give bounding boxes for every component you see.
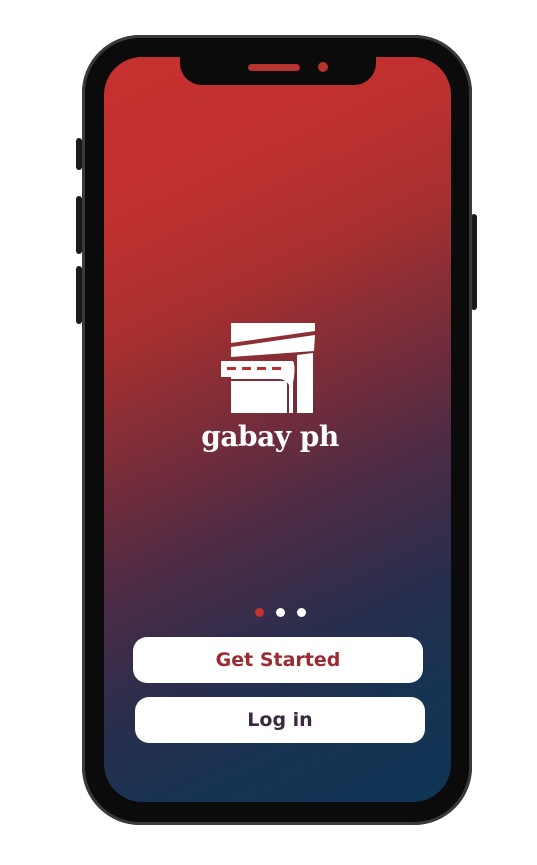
page-dot-1[interactable] (255, 608, 264, 617)
get-started-button[interactable]: Get Started (133, 637, 423, 683)
page-dot-3[interactable] (297, 608, 306, 617)
page-indicator (250, 608, 310, 618)
road-building-logo-icon (221, 323, 315, 413)
speaker-grille (248, 64, 300, 71)
page-dot-2[interactable] (276, 608, 285, 617)
brand-name: gabay ph (201, 420, 339, 453)
login-button[interactable]: Log in (135, 697, 425, 743)
phone-notch (180, 55, 376, 85)
front-camera (318, 62, 328, 72)
